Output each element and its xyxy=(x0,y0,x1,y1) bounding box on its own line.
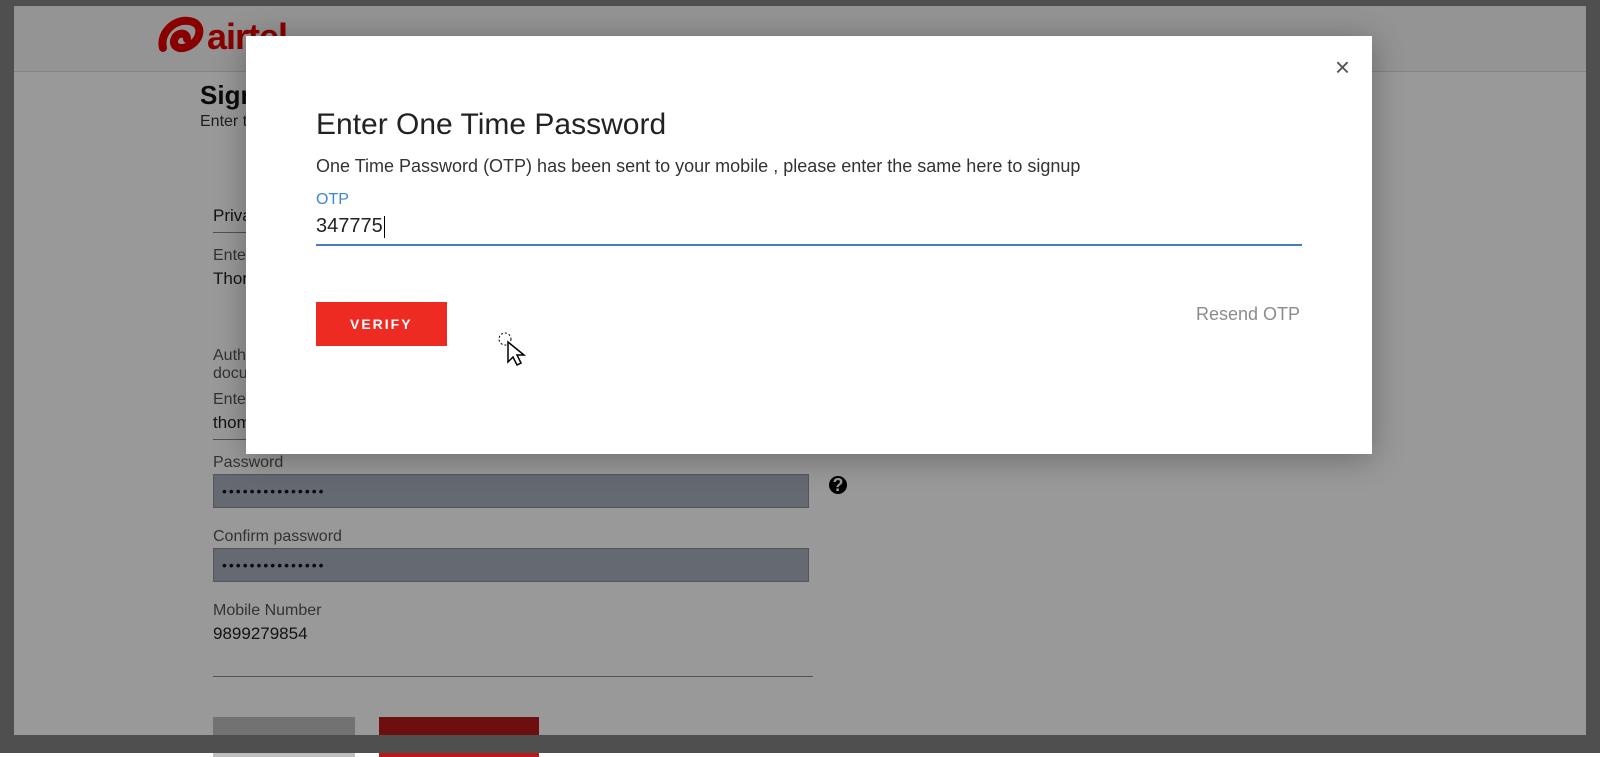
modal-body: Enter One Time Password One Time Passwor… xyxy=(316,108,1302,346)
resend-otp-link[interactable]: Resend OTP xyxy=(1196,304,1300,325)
otp-input[interactable]: 347775 xyxy=(316,211,1302,246)
page: airtel Sign Enter t Priva Enter Thon Aut… xyxy=(0,0,1600,753)
window-frame-left xyxy=(0,0,14,753)
window-frame-right xyxy=(1586,0,1600,753)
otp-value: 347775 xyxy=(316,215,383,238)
window-frame-top xyxy=(0,0,1600,6)
otp-modal: × Enter One Time Password One Time Passw… xyxy=(246,36,1372,454)
cursor-pointer-icon xyxy=(496,330,530,373)
text-caret xyxy=(384,216,385,238)
otp-label: OTP xyxy=(316,191,1302,209)
modal-description: One Time Password (OTP) has been sent to… xyxy=(316,156,1302,177)
window-frame-bottom xyxy=(0,735,1600,753)
modal-title: Enter One Time Password xyxy=(316,108,1302,142)
close-icon[interactable]: × xyxy=(1335,54,1350,80)
verify-button[interactable]: VERIFY xyxy=(316,302,447,346)
